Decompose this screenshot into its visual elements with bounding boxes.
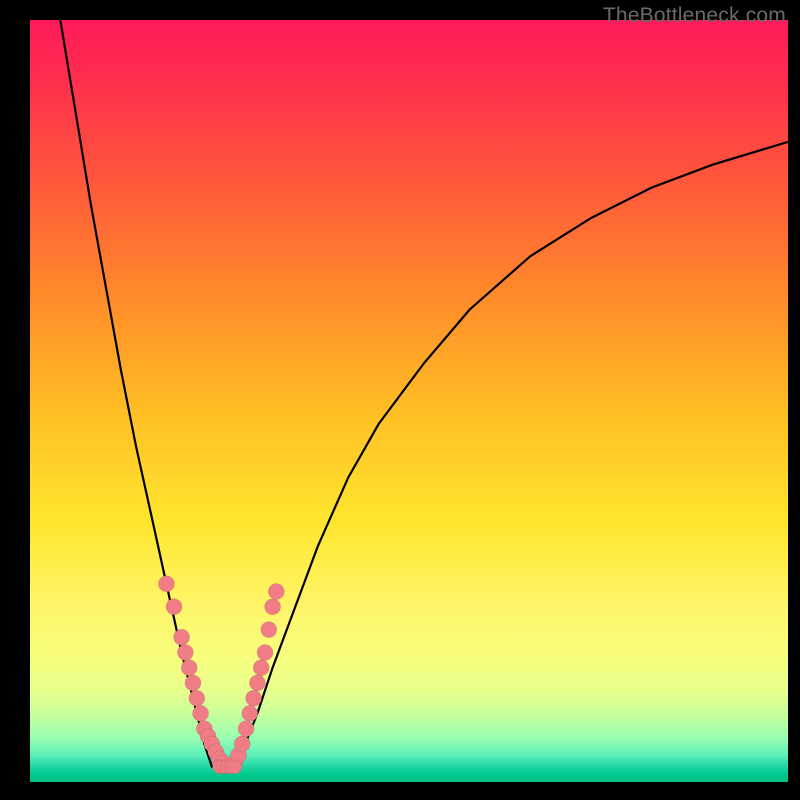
marker-dot xyxy=(181,660,197,676)
marker-dot xyxy=(253,660,269,676)
curve-layer xyxy=(30,20,788,782)
marker-dot xyxy=(246,690,262,706)
marker-dot xyxy=(268,584,284,600)
marker-dot xyxy=(174,629,190,645)
marker-dot xyxy=(158,576,174,592)
marker-dot xyxy=(185,675,201,691)
plot-area xyxy=(30,20,788,782)
marker-dot xyxy=(177,645,193,661)
marker-dot xyxy=(249,675,265,691)
watermark-text: TheBottleneck.com xyxy=(603,4,786,28)
marker-dot xyxy=(189,690,205,706)
marker-dot xyxy=(234,736,250,752)
marker-dot xyxy=(228,760,242,774)
marker-dot xyxy=(261,622,277,638)
marker-dot xyxy=(193,705,209,721)
marker-dot xyxy=(166,599,182,615)
chart-frame: TheBottleneck.com xyxy=(0,0,800,800)
marker-dot xyxy=(257,645,273,661)
right-branch-curve xyxy=(235,142,788,767)
marker-dot xyxy=(238,721,254,737)
marker-dot xyxy=(242,705,258,721)
marker-dot xyxy=(265,599,281,615)
marker-group xyxy=(158,576,284,774)
